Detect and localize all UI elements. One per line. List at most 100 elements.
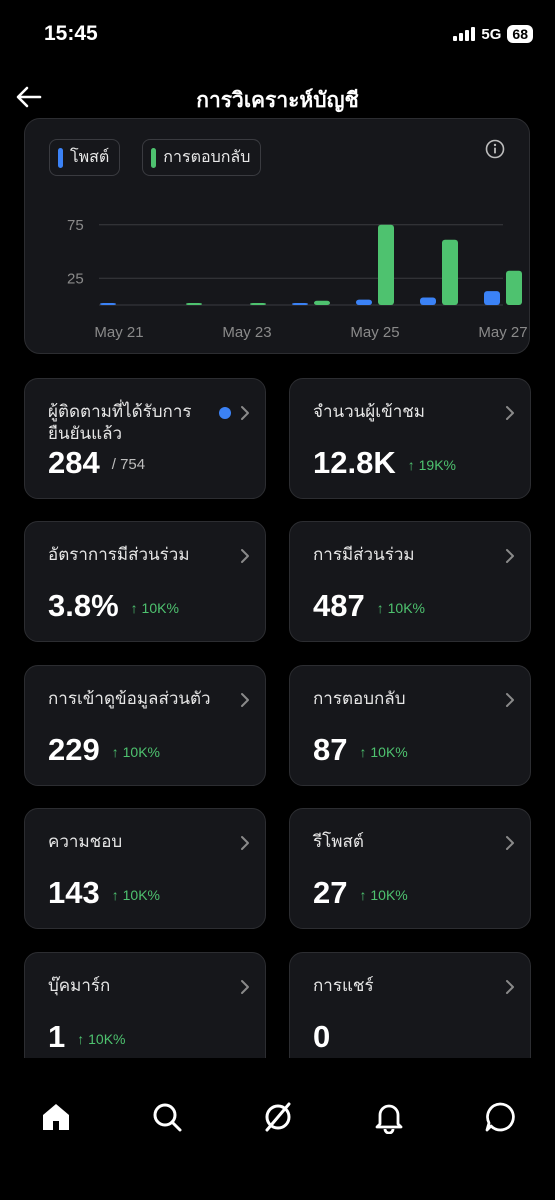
metric-value-wrap: 284 / 754 [48,445,145,481]
bar-replies [250,303,266,305]
metric-value-wrap: 27 ↑ 10K% [313,875,408,911]
metric-card-engagement-rate[interactable]: อัตราการมีส่วนร่วม 3.8% ↑ 10K% [24,521,266,642]
chevron-right-icon [506,549,514,563]
info-icon[interactable] [485,139,505,159]
metric-label: บุ๊คมาร์ก [48,976,111,996]
search-icon [153,1103,181,1132]
legend-posts-label: โพสต์ [70,147,110,166]
y-tick-label: 75 [67,217,84,234]
nav-search[interactable] [147,1097,187,1137]
metric-card-profile-visits[interactable]: การเข้าดูข้อมูลส่วนตัว 229 ↑ 10K% [24,665,266,786]
metric-value: 3.8% [48,588,119,623]
metric-label: การมีส่วนร่วม [313,545,415,565]
nav-home[interactable] [36,1097,76,1137]
metric-value: 27 [313,875,348,910]
bar-posts [484,291,500,305]
chevron-right-icon [506,693,514,707]
metric-change: ↑ 10K% [376,599,425,616]
nav-messages[interactable] [480,1097,520,1137]
status-time: 15:45 [44,22,98,45]
metric-change: ↑ 10K% [111,743,160,760]
bar-posts [292,303,308,305]
metric-card-shares[interactable]: การแชร์ 0 [289,952,531,1073]
metric-label: การแชร์ [313,976,374,996]
x-tick-label: May 25 [350,324,399,341]
bar-posts [100,303,116,305]
metric-change: ↑ 19K% [407,456,456,473]
metric-value: 0 [313,1019,331,1054]
signal-icon [453,27,476,41]
metric-change: ↑ 10K% [359,743,408,760]
metric-card-engagements[interactable]: การมีส่วนร่วม 487 ↑ 10K% [289,521,531,642]
bar-posts [420,297,436,305]
metric-card-likes[interactable]: ความชอบ 143 ↑ 10K% [24,808,266,929]
metric-value: 143 [48,875,100,910]
chevron-right-icon [241,836,249,850]
legend-posts-swatch [58,147,63,168]
chart-legend: โพสต์ การตอบกลับ [49,139,262,176]
chart-card: 75 25 May 21 May 23 May 25 May 27 โพสต์ การตอ… [24,118,530,354]
metric-value: 284 [48,445,100,480]
metric-label: จำนวนผู้เข้าชม [313,402,425,422]
metric-value: 12.8K [313,445,396,480]
metric-value-wrap: 87 ↑ 10K% [313,732,408,768]
chevron-right-icon [241,980,249,994]
metric-total: / 754 [111,456,146,474]
chevron-right-icon [506,980,514,994]
x-tick-label: May 23 [222,324,271,341]
nav-notifications[interactable] [369,1097,409,1137]
metric-card-reposts[interactable]: รีโพสต์ 27 ↑ 10K% [289,808,531,929]
notifications-icon [375,1104,402,1134]
metric-label: การตอบกลับ [313,689,406,709]
metric-value-wrap: 487 ↑ 10K% [313,588,425,624]
home-icon [42,1104,69,1130]
metric-value-wrap: 229 ↑ 10K% [48,732,160,768]
metric-change: ↑ 10K% [130,599,179,616]
metric-card-replies[interactable]: การตอบกลับ 87 ↑ 10K% [289,665,531,786]
bottom-nav [0,1082,555,1152]
legend-replies-label: การตอบกลับ [163,147,251,166]
metric-label: อัตราการมีส่วนร่วม [48,545,190,565]
network-label: 5G [481,25,502,43]
metric-value-wrap: 0 [313,1019,330,1055]
metric-card-bookmarks[interactable]: บุ๊คมาร์ก 1 ↑ 10K% [24,952,266,1073]
metric-label: รีโพสต์ [313,832,364,852]
metric-change: ↑ 10K% [359,886,408,903]
bar-replies [506,270,522,305]
chevron-right-icon [241,406,249,420]
metric-value-wrap: 1 ↑ 10K% [48,1019,126,1055]
legend-posts[interactable]: โพสต์ [49,139,121,176]
metric-value-wrap: 12.8K ↑ 19K% [313,445,456,481]
y-tick-label: 25 [67,270,84,287]
metric-value: 229 [48,732,100,767]
x-tick-label: May 21 [94,324,143,341]
bar-replies [378,224,394,305]
x-tick-label: May 27 [478,324,527,341]
battery-icon: 68 [507,25,533,43]
metric-card-impressions[interactable]: จำนวนผู้เข้าชม 12.8K ↑ 19K% [289,378,531,499]
nav-feed[interactable] [258,1097,298,1137]
metric-value: 487 [313,588,365,623]
bar-replies [442,239,458,305]
metric-change: ↑ 10K% [77,1030,126,1047]
metric-value-wrap: 3.8% ↑ 10K% [48,588,179,624]
bar-replies [186,303,202,305]
chevron-right-icon [241,549,249,563]
metric-label: ความชอบ [48,832,123,852]
status-right: 5G 68 [453,25,533,43]
metric-change: ↑ 10K% [111,886,160,903]
bar-replies [314,300,330,305]
legend-replies-swatch [151,147,157,168]
verified-badge-icon [219,407,231,419]
status-bar: 15:45 5G 68 [0,0,555,70]
metric-card-verified-followers[interactable]: ผู้ติดตามที่ได้รับการยืนยันแล้ว 284 / 754 [24,378,266,499]
chevron-right-icon [506,406,514,420]
messages-icon [485,1102,515,1132]
metric-value-wrap: 143 ↑ 10K% [48,875,160,911]
chevron-right-icon [241,693,249,707]
feed-icon [265,1102,290,1132]
metric-label: ผู้ติดตามที่ได้รับการยืนยันแล้ว [48,402,192,444]
page-title: การวิเคราะห์บัญชี [196,88,359,112]
bar-posts [356,299,372,305]
legend-replies[interactable]: การตอบกลับ [142,139,262,176]
